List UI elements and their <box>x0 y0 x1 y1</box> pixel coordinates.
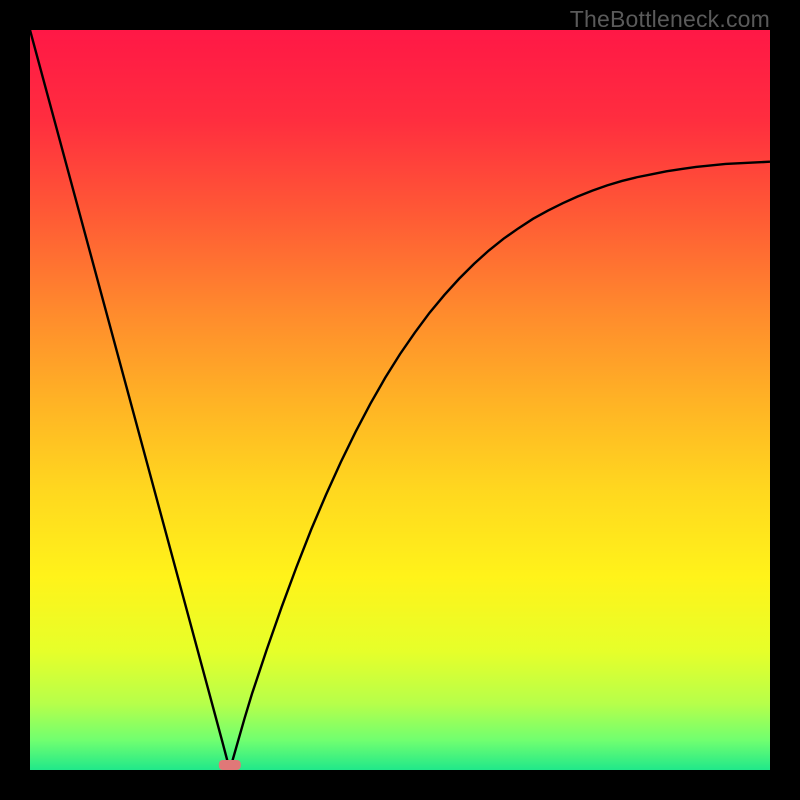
chart-frame <box>30 30 770 770</box>
min-marker <box>219 760 241 770</box>
watermark-text: TheBottleneck.com <box>570 6 770 33</box>
bottleneck-chart <box>30 30 770 770</box>
chart-background <box>30 30 770 770</box>
